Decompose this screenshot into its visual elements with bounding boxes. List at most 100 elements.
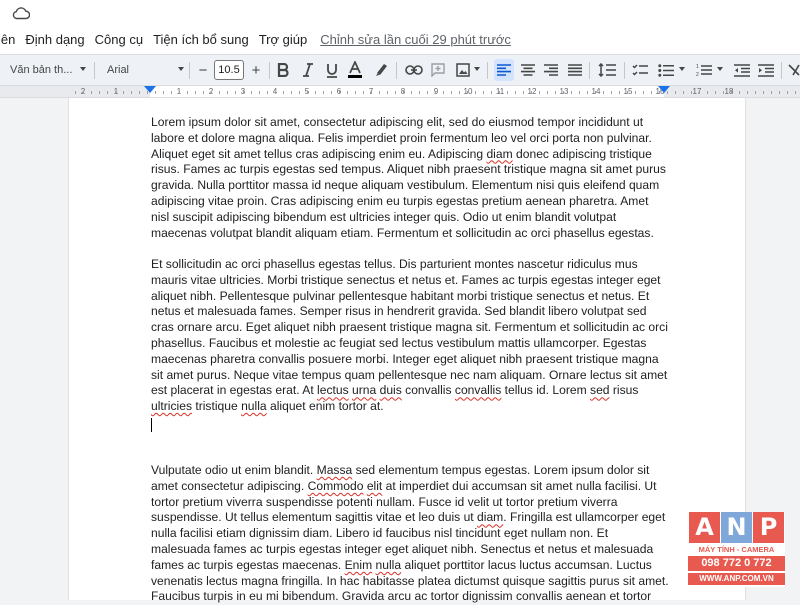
text-run: aliquet porttitor lacus luctus accumsan.… — [401, 557, 652, 572]
menu-help[interactable]: Trợ giúp — [254, 32, 313, 47]
ruler-tick — [563, 91, 564, 94]
toolbar: Văn bản th... Arial − 10.5 + 1 2 — [0, 54, 800, 86]
increase-indent-icon — [758, 63, 774, 77]
ruler-tick — [451, 91, 452, 94]
underline-button[interactable] — [325, 59, 339, 81]
increase-font-size-button[interactable]: + — [248, 59, 264, 81]
ruler-tick — [715, 91, 716, 94]
misspelled-word: Massa — [316, 463, 353, 477]
ruler-tick — [195, 91, 196, 94]
highlight-button[interactable] — [373, 59, 389, 81]
ruler-tick — [611, 91, 612, 94]
ruler-tick — [235, 91, 236, 94]
ruler-number: 18 — [724, 87, 734, 96]
ruler-tick — [387, 91, 388, 94]
ruler-tick — [587, 91, 588, 94]
style-dropdown[interactable]: Văn bản th... — [10, 59, 72, 81]
ruler-tick — [555, 91, 556, 94]
line-spacing-button[interactable] — [597, 59, 617, 81]
ruler-tick — [627, 91, 628, 94]
misspelled-word: Commodo — [307, 478, 364, 493]
menu-addons[interactable]: Tiện ích bổ sung — [148, 32, 254, 47]
ruler-tick — [459, 91, 460, 94]
ruler-number: 12 — [527, 87, 537, 96]
text-line: phasellus. Faucibus et molestie ac feugi… — [151, 336, 671, 352]
ruler-tick — [355, 91, 356, 94]
text-run: venenatis lectus magna fringilla. In hac… — [151, 573, 669, 588]
left-indent-marker[interactable] — [144, 86, 156, 93]
increase-indent-button[interactable] — [757, 59, 775, 81]
numbered-list-button[interactable]: 12 — [695, 59, 713, 81]
ruler-tick — [403, 91, 404, 94]
text-run: convallis — [401, 383, 455, 398]
link-icon — [405, 65, 423, 75]
decrease-indent-icon — [734, 63, 750, 77]
menu-bar: iên Định dạng Công cụ Tiện ích bổ sung T… — [0, 28, 511, 50]
decrease-font-size-button[interactable]: − — [195, 59, 211, 81]
logo-subtitle: MÁY TÍNH - CAMERA — [698, 545, 775, 554]
ruler-tick — [747, 91, 748, 94]
ruler-number: 11 — [495, 87, 505, 96]
insert-image-button[interactable] — [455, 59, 471, 81]
svg-text:2: 2 — [696, 72, 699, 77]
text-run: sit amet purus. Neque vitae tempus quam … — [151, 367, 668, 382]
toolbar-divider — [781, 62, 782, 79]
italic-button[interactable] — [301, 59, 315, 81]
last-edit-link[interactable]: Chỉnh sửa lần cuối 29 phút trước — [320, 32, 511, 47]
text-run: adipiscing vitae proin. Cras adipiscing … — [151, 193, 649, 208]
chevron-down-icon — [474, 67, 480, 71]
text-run: fames ac turpis egestas maecenas. — [151, 557, 345, 572]
ruler-tick — [299, 91, 300, 94]
ruler-tick — [547, 91, 548, 94]
font-dropdown[interactable]: Arial — [107, 59, 129, 81]
logo-phone: 098 772 0 772 — [688, 556, 785, 571]
cloud-saved-icon[interactable] — [12, 6, 30, 20]
decrease-indent-button[interactable] — [733, 59, 751, 81]
ruler-tick — [267, 91, 268, 94]
paragraph: Lorem ipsum dolor sit amet, consectetur … — [151, 115, 671, 241]
bold-button[interactable] — [276, 59, 290, 81]
text-line: cras ornare arcu. Eget aliquet nibh prae… — [151, 320, 671, 336]
ruler-tick — [115, 91, 116, 94]
ruler-tick — [107, 91, 108, 94]
menu-insert[interactable]: iên — [0, 32, 20, 47]
text-run: phasellus. Faucibus et molestie ac feugi… — [151, 335, 647, 350]
toolbar-divider — [189, 62, 190, 79]
align-center-button[interactable] — [520, 59, 536, 81]
text-line: labore et dolore magna aliqua. Felis imp… — [151, 131, 671, 147]
toolbar-divider — [487, 62, 488, 79]
ruler-tick — [795, 91, 796, 94]
text-line: Vulputate odio ut enim blandit. Massa se… — [151, 463, 671, 479]
checklist-button[interactable] — [631, 59, 649, 81]
text-color-button[interactable] — [347, 59, 363, 81]
clear-formatting-button[interactable] — [788, 59, 800, 81]
justify-button[interactable] — [567, 59, 583, 81]
ruler-tick — [595, 91, 596, 94]
ruler-tick — [651, 91, 652, 94]
document-page[interactable]: Lorem ipsum dolor sit amet, consectetur … — [68, 98, 746, 603]
align-right-button[interactable] — [543, 59, 559, 81]
ruler-tick — [539, 91, 540, 94]
ruler-tick — [635, 91, 636, 94]
text-run: suspendisse. Ut tellus elementum sagitti… — [151, 510, 478, 525]
align-left-button[interactable] — [494, 59, 514, 81]
add-comment-button[interactable] — [430, 59, 446, 81]
bulleted-list-button[interactable] — [657, 59, 675, 81]
menu-format[interactable]: Định dạng — [20, 32, 89, 47]
right-indent-marker[interactable] — [658, 86, 670, 93]
ruler-tick — [331, 91, 332, 94]
text-line: sit amet purus. Neque vitae tempus quam … — [151, 368, 671, 384]
ruler[interactable]: 21123456789101112131415161718 — [0, 86, 800, 98]
numbered-list-icon: 12 — [696, 64, 712, 77]
underline-icon — [327, 63, 337, 78]
text-run: risus. Fames ac turpis egestas sed tempu… — [151, 162, 666, 177]
text-line: risus. Fames ac turpis egestas sed tempu… — [151, 162, 671, 178]
insert-link-button[interactable] — [404, 59, 424, 81]
ruler-tick — [427, 91, 428, 94]
font-size-input[interactable]: 10.5 — [214, 60, 244, 80]
menu-tools[interactable]: Công cụ — [90, 32, 148, 47]
ruler-number: 10 — [463, 87, 473, 96]
ruler-tick — [227, 91, 228, 94]
chevron-down-icon — [679, 67, 685, 71]
misspelled-word: duis — [379, 383, 402, 398]
